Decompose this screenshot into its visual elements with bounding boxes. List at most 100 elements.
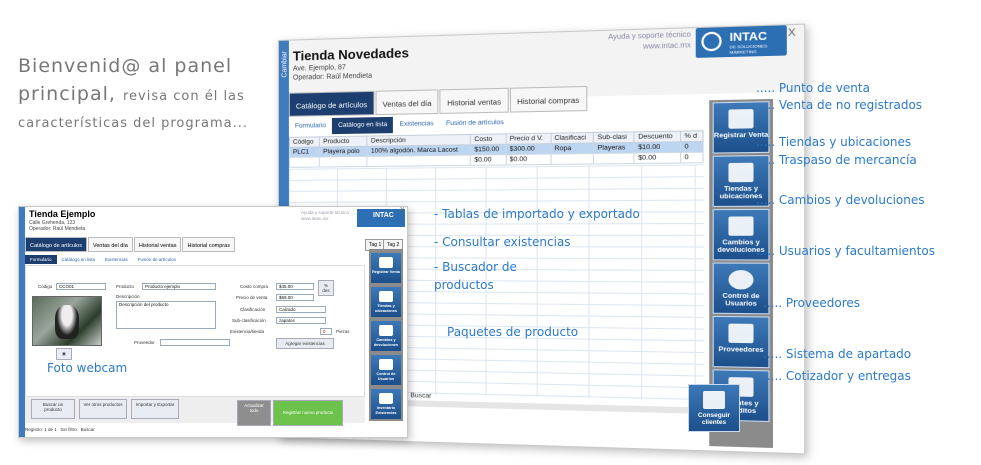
stock-label: Existencia/tienda — [230, 329, 264, 334]
tab-sales-history[interactable]: Historial ventas — [440, 88, 509, 114]
subtab-stock-small[interactable]: Existencias — [100, 255, 133, 264]
nav-stores-small[interactable]: Tiendas y ubicaciones — [371, 287, 401, 317]
nav-suppliers[interactable]: Proveedores — [713, 316, 770, 368]
catalog-table: Código Producto Descripción Costo Precio… — [289, 130, 704, 168]
record-status: Registro: 1 de 1 Sin filtro Buscar — [25, 427, 95, 432]
feature-stores: ..... Tiendas y ubicaciones — [756, 135, 911, 149]
description-field[interactable]: Descripción del producto — [116, 301, 216, 329]
nav-get-clients[interactable]: Conseguir clientes — [688, 384, 740, 432]
other-products-button[interactable]: Ver otros productos — [79, 399, 127, 419]
price-field[interactable]: $69.00 — [276, 294, 314, 301]
help-links-small: Ayuda y soporte técnico www.intac.mx — [301, 210, 349, 222]
col-code[interactable]: Código — [289, 137, 319, 147]
nav-users-small[interactable]: Control de Usuarios — [371, 355, 401, 385]
stock-unit: Piezas — [336, 329, 350, 334]
note-packages: Paquetes de producto — [447, 325, 578, 339]
feature-quotes: ..... Cotizador y entregas — [763, 369, 911, 383]
cash-register-icon — [728, 109, 753, 129]
note-import-export: - Tablas de importado y exportado — [434, 207, 640, 221]
code-field[interactable]: CCO01 — [56, 283, 106, 290]
subtab-merge[interactable]: Fusión de artículos — [440, 115, 510, 133]
feature-returns: ..... Cambios y devoluciones — [756, 193, 924, 207]
tab-sales-history-small[interactable]: Historial ventas — [134, 237, 182, 252]
tab-purchase-history[interactable]: Historial compras — [510, 86, 587, 113]
note-search-1: - Buscador de — [434, 260, 517, 274]
discount-button[interactable]: % des — [318, 280, 334, 296]
subtab-list[interactable]: Catálogo en lista — [332, 117, 393, 134]
stock-field[interactable]: 0 — [320, 328, 332, 335]
cost-label: Costo compra — [240, 284, 268, 289]
note-stock: - Consultar existencias — [434, 235, 571, 249]
tab-sales-day[interactable]: Ventas del día — [375, 89, 438, 115]
welcome-line2-rest: revisa con él las — [123, 89, 245, 104]
close-button[interactable]: X — [788, 27, 796, 39]
import-export-button[interactable]: Importar y Exportar — [131, 399, 179, 419]
nav-register-sale-small[interactable]: Registrar Venta — [371, 253, 401, 283]
store-address: Ave. Ejemplo, 87 — [293, 64, 346, 72]
description-label: Descripción — [116, 294, 140, 299]
tab-sales-day-small[interactable]: Ventas del día — [88, 237, 133, 252]
truck-icon — [728, 324, 753, 344]
code-label: Código — [38, 284, 52, 289]
subtab-merge-small[interactable]: Fusión de artículos — [133, 255, 181, 264]
change-label: Cambiar — [282, 51, 289, 78]
subtab-stock[interactable]: Existencias — [393, 116, 439, 133]
class-label: Clasificación — [240, 307, 265, 312]
intac-logo-small: INTAC — [357, 209, 405, 227]
welcome-line3: características del programa... — [18, 111, 268, 137]
feature-unregistered-sale: ..... Venta de no registrados — [756, 98, 922, 112]
product-label: Producto — [116, 284, 134, 289]
search-product-button[interactable]: Buscar un producto — [31, 399, 75, 419]
subtab-form[interactable]: Formulario — [289, 118, 332, 135]
box-return-icon — [728, 216, 753, 235]
col-price[interactable]: Precio d V. — [506, 133, 551, 144]
feature-users: ..... Usuarios y facultamientos — [756, 244, 935, 258]
class-select[interactable]: Calzado — [276, 306, 326, 313]
price-label: Precio de venta — [236, 295, 267, 300]
store-title-small: Tienda Ejemplo — [29, 209, 95, 219]
refresh-button[interactable]: Actualizar todo — [237, 400, 271, 426]
help-links: Ayuda y soporte técnico www.intac.mx — [608, 30, 691, 54]
product-field[interactable]: Producto ejemplo — [142, 283, 216, 290]
product-form: Código CCO01 Producto Producto ejemplo D… — [25, 265, 365, 397]
tab-catalog-small[interactable]: Catálogo de artículos — [25, 237, 87, 252]
welcome-text: Bienvenid@ al panel principal, revisa co… — [18, 52, 268, 137]
operator-name-small: Operador: Raúl Mendieta — [29, 226, 85, 232]
search-label[interactable]: Buscar — [410, 392, 431, 400]
cost-field[interactable]: $45.00 — [276, 283, 314, 290]
col-percent[interactable]: % d — [681, 131, 703, 142]
nav-inventory-small[interactable]: Inventario Existencias — [371, 389, 401, 419]
store-icon — [728, 163, 753, 183]
form-window-screenshot: Tienda Ejemplo Calle Grehenda, 123 Opera… — [18, 206, 408, 438]
col-cost[interactable]: Costo — [471, 134, 506, 145]
nav-returns-small[interactable]: Cambios y devoluciones — [371, 321, 401, 351]
product-photo[interactable] — [32, 296, 102, 346]
col-discount[interactable]: Descuento — [634, 131, 680, 142]
feature-suppliers: ..... Proveedores — [763, 296, 860, 310]
close-button-small[interactable]: X — [400, 207, 405, 214]
store-title: Tienda Novedades — [293, 45, 409, 63]
subtab-form-small[interactable]: Formulario — [25, 255, 57, 264]
supplier-select[interactable] — [160, 339, 230, 346]
side-navigation-small: Registrar Venta Tiendas y ubicaciones Ca… — [369, 249, 403, 421]
col-class[interactable]: Clasificaci — [551, 132, 594, 143]
welcome-line2-big: principal, — [18, 83, 116, 105]
sub-tabs: Formulario Catálogo en lista Existencias… — [289, 115, 510, 135]
register-product-button[interactable]: Registrar nuevo producto — [273, 400, 343, 426]
subclass-select[interactable]: zapatos — [276, 317, 326, 324]
subtab-list-small[interactable]: Catálogo en lista — [57, 255, 101, 264]
feature-pos: ..... Punto de venta — [756, 81, 870, 95]
col-subclass[interactable]: Sub-clasi — [594, 132, 635, 143]
col-product[interactable]: Producto — [320, 136, 368, 147]
nav-users[interactable]: Control de Usuarios — [713, 262, 770, 314]
tab-catalog[interactable]: Catálogo de artículos — [289, 91, 374, 117]
sub-tabs-small: Formulario Catálogo en lista Existencias… — [25, 255, 181, 264]
camera-icon[interactable]: ◉ — [56, 348, 72, 360]
feature-transfer: ..... Traspaso de mercancía — [756, 153, 917, 167]
note-webcam: Foto webcam — [47, 361, 127, 375]
tab-purchase-history-small[interactable]: Historial compras — [182, 237, 234, 252]
feature-layaway: ..... Sistema de apartado — [763, 347, 911, 361]
supplier-label: Proveedor — [134, 340, 155, 345]
subclass-label: Sub-clasificación — [232, 318, 266, 323]
add-stock-button[interactable]: Agregar existencias — [276, 338, 334, 349]
